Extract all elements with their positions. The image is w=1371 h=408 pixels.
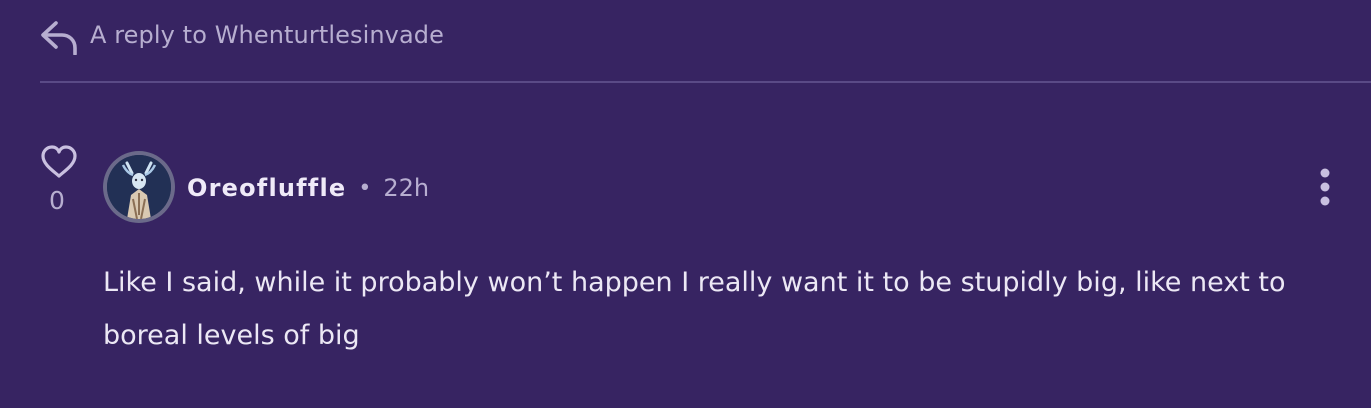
reply-context[interactable]: A reply to Whenturtlesinvade bbox=[38, 14, 444, 56]
comment-body: Like I said, while it probably won’t hap… bbox=[103, 267, 1286, 351]
reply-label[interactable]: A reply to Whenturtlesinvade bbox=[90, 21, 444, 49]
reply-arrow-icon bbox=[38, 15, 80, 55]
meta-separator: • bbox=[358, 175, 372, 201]
vote-control: 0 bbox=[38, 144, 80, 215]
author-name[interactable]: Oreofluffle bbox=[187, 174, 346, 202]
heart-outline-icon[interactable] bbox=[38, 144, 80, 180]
comment-meta: Oreofluffle • 22h bbox=[187, 168, 429, 208]
more-options-button[interactable] bbox=[1310, 166, 1340, 210]
avatar[interactable] bbox=[103, 151, 175, 223]
like-count: 0 bbox=[49, 186, 65, 215]
avatar-image bbox=[107, 155, 171, 219]
divider bbox=[40, 81, 1371, 83]
timestamp: 22h bbox=[383, 174, 430, 202]
more-vertical-icon bbox=[1310, 166, 1340, 210]
